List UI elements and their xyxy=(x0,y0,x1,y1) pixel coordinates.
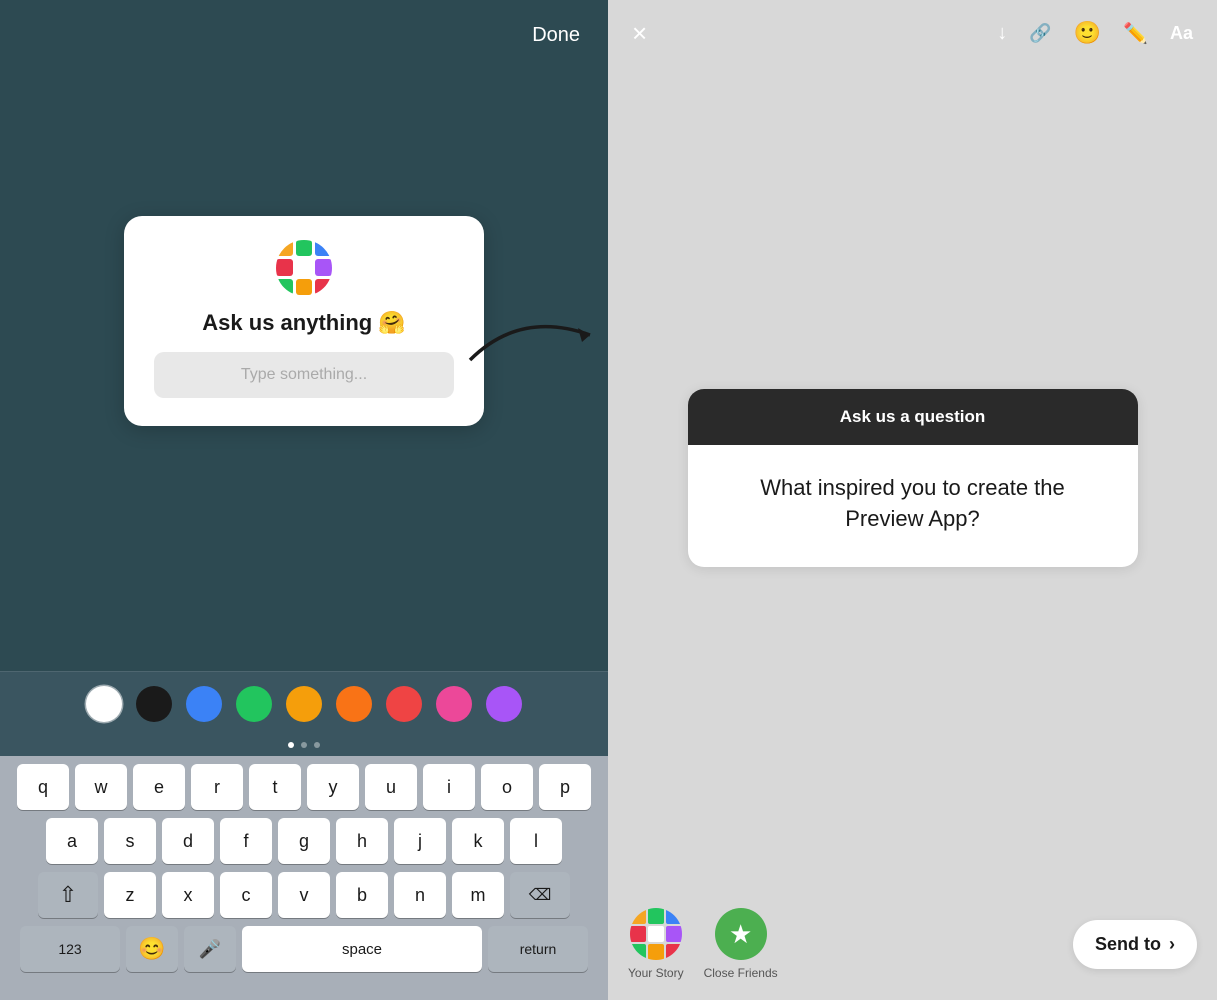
arrow-container xyxy=(460,300,620,385)
sticker-input-placeholder[interactable]: Type something... xyxy=(154,352,454,398)
key-l[interactable]: l xyxy=(510,818,562,864)
close-friends-option[interactable]: ★ Close Friends xyxy=(704,908,778,980)
key-o[interactable]: o xyxy=(481,764,533,810)
left-panel: Done Ask us anything 🤗 Type something... xyxy=(0,0,608,1000)
key-h[interactable]: h xyxy=(336,818,388,864)
right-panel: × ↓ 🔗 🙂 ✏️ Aa Ask us a question What ins… xyxy=(608,0,1217,1000)
key-a[interactable]: a xyxy=(46,818,98,864)
sticker-icon[interactable]: 🙂 xyxy=(1074,20,1101,46)
key-space[interactable]: space xyxy=(242,926,482,972)
key-c[interactable]: c xyxy=(220,872,272,918)
key-mic[interactable]: 🎤 xyxy=(184,926,236,972)
palette-indicator-3 xyxy=(314,742,320,748)
palette-wrapper xyxy=(0,671,608,756)
key-g[interactable]: g xyxy=(278,818,330,864)
palette-indicator-2 xyxy=(301,742,307,748)
key-i[interactable]: i xyxy=(423,764,475,810)
download-icon[interactable]: ↓ xyxy=(997,22,1007,45)
color-green[interactable] xyxy=(236,686,272,722)
key-q[interactable]: q xyxy=(17,764,69,810)
color-red[interactable] xyxy=(386,686,422,722)
send-to-chevron: › xyxy=(1169,934,1175,955)
key-r[interactable]: r xyxy=(191,764,243,810)
key-n[interactable]: n xyxy=(394,872,446,918)
story-options: Your Story ★ Close Friends xyxy=(628,908,778,980)
question-answer-text: What inspired you to create the Preview … xyxy=(720,473,1106,535)
star-icon: ★ xyxy=(729,919,752,950)
keyboard-row-3: ⇧ z x c v b n m ⌫ xyxy=(6,872,602,918)
bottom-bar: Your Story ★ Close Friends Send to › xyxy=(608,894,1217,1000)
done-button[interactable]: Done xyxy=(532,24,580,47)
toolbar: × ↓ 🔗 🙂 ✏️ Aa xyxy=(608,0,1217,62)
your-story-icon xyxy=(630,908,682,960)
color-white[interactable] xyxy=(86,686,122,722)
close-friends-icon: ★ xyxy=(715,908,767,960)
color-purple[interactable] xyxy=(486,686,522,722)
close-button[interactable]: × xyxy=(632,20,647,46)
send-to-label: Send to xyxy=(1095,934,1161,955)
key-backspace[interactable]: ⌫ xyxy=(510,872,570,918)
text-icon[interactable]: Aa xyxy=(1170,23,1193,44)
key-k[interactable]: k xyxy=(452,818,504,864)
key-t[interactable]: t xyxy=(249,764,301,810)
key-x[interactable]: x xyxy=(162,872,214,918)
question-header-text: Ask us a question xyxy=(712,407,1114,427)
sticker-title: Ask us anything 🤗 xyxy=(154,310,454,336)
sticker-logo xyxy=(276,240,332,296)
link-icon[interactable]: 🔗 xyxy=(1029,23,1051,44)
key-w[interactable]: w xyxy=(75,764,127,810)
key-shift[interactable]: ⇧ xyxy=(38,872,98,918)
your-story-option[interactable]: Your Story xyxy=(628,908,684,980)
keyboard: q w e r t y u i o p a s d f g h j k l ⇧ … xyxy=(0,756,608,1000)
your-story-label: Your Story xyxy=(628,966,684,980)
color-orange[interactable] xyxy=(336,686,372,722)
key-d[interactable]: d xyxy=(162,818,214,864)
key-f[interactable]: f xyxy=(220,818,272,864)
send-to-button[interactable]: Send to › xyxy=(1073,920,1197,969)
color-black[interactable] xyxy=(136,686,172,722)
key-m[interactable]: m xyxy=(452,872,504,918)
color-yellow[interactable] xyxy=(286,686,322,722)
palette-indicator-1 xyxy=(288,742,294,748)
key-p[interactable]: p xyxy=(539,764,591,810)
toolbar-right: ↓ 🔗 🙂 ✏️ Aa xyxy=(997,20,1193,46)
story-area: Ask us a question What inspired you to c… xyxy=(608,62,1217,894)
key-u[interactable]: u xyxy=(365,764,417,810)
question-card: Ask us a question What inspired you to c… xyxy=(688,389,1138,567)
key-123[interactable]: 123 xyxy=(20,926,120,972)
draw-icon[interactable]: ✏️ xyxy=(1123,21,1148,46)
key-z[interactable]: z xyxy=(104,872,156,918)
keyboard-row-2: a s d f g h j k l xyxy=(6,818,602,864)
question-answer: What inspired you to create the Preview … xyxy=(688,445,1138,567)
keyboard-row-4: 123 😊 🎤 space return xyxy=(6,926,602,972)
key-s[interactable]: s xyxy=(104,818,156,864)
question-header: Ask us a question xyxy=(688,389,1138,445)
key-y[interactable]: y xyxy=(307,764,359,810)
key-emoji[interactable]: 😊 xyxy=(126,926,178,972)
color-palette xyxy=(0,671,608,736)
sticker-card: Ask us anything 🤗 Type something... xyxy=(124,216,484,426)
key-v[interactable]: v xyxy=(278,872,330,918)
key-e[interactable]: e xyxy=(133,764,185,810)
toolbar-left: × xyxy=(632,20,647,46)
key-j[interactable]: j xyxy=(394,818,446,864)
color-blue[interactable] xyxy=(186,686,222,722)
key-b[interactable]: b xyxy=(336,872,388,918)
key-return[interactable]: return xyxy=(488,926,588,972)
keyboard-row-1: q w e r t y u i o p xyxy=(6,764,602,810)
color-pink[interactable] xyxy=(436,686,472,722)
close-friends-label: Close Friends xyxy=(704,966,778,980)
